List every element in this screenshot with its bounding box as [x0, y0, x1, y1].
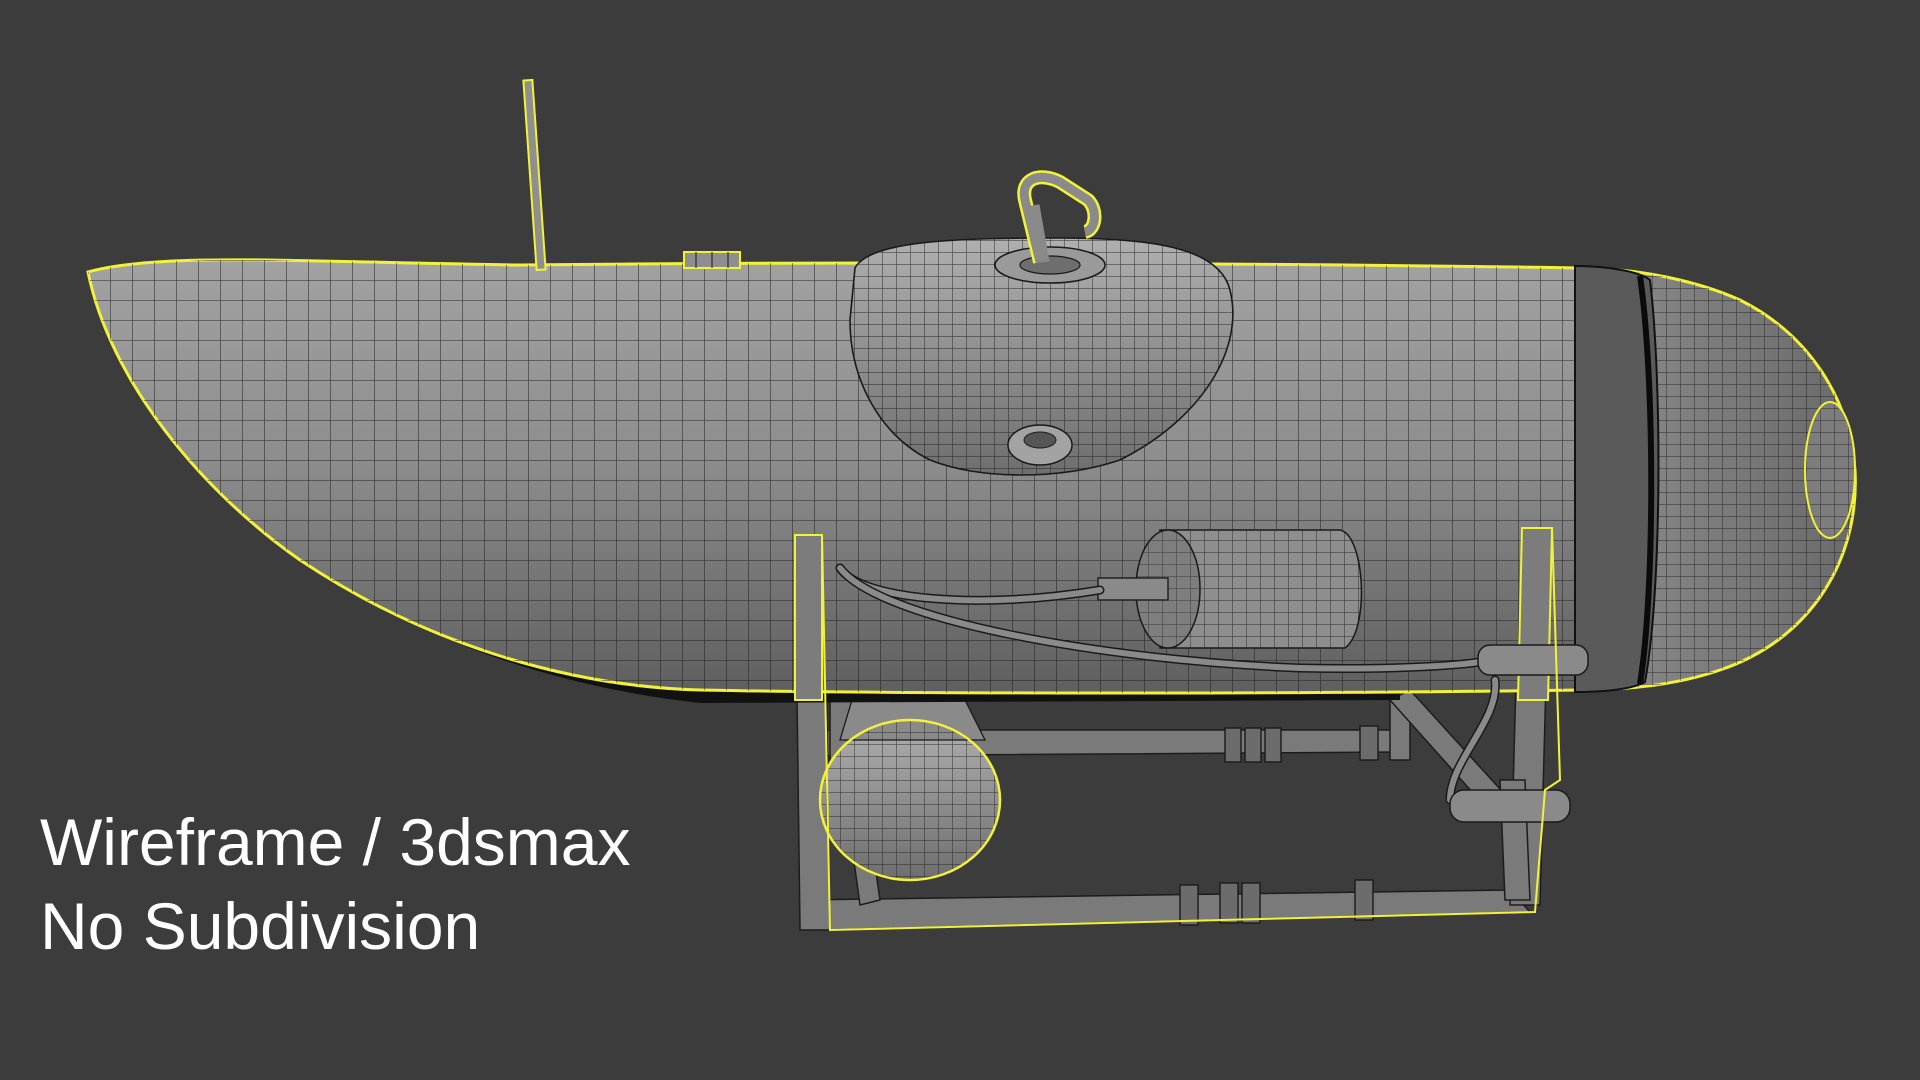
caption-line-render-mode: Wireframe / 3dsmax — [40, 805, 631, 879]
viewport-caption: Wireframe / 3dsmax No Subdivision — [40, 800, 630, 968]
3d-viewport[interactable]: Wireframe / 3dsmax No Subdivision — [0, 0, 1920, 1080]
caption-line-subdivision: No Subdivision — [40, 889, 481, 963]
end-cap — [1574, 264, 1857, 694]
top-port — [683, 251, 741, 269]
main-hull — [86, 258, 1582, 703]
ballast-tank — [818, 689, 1002, 882]
antenna — [522, 78, 547, 272]
